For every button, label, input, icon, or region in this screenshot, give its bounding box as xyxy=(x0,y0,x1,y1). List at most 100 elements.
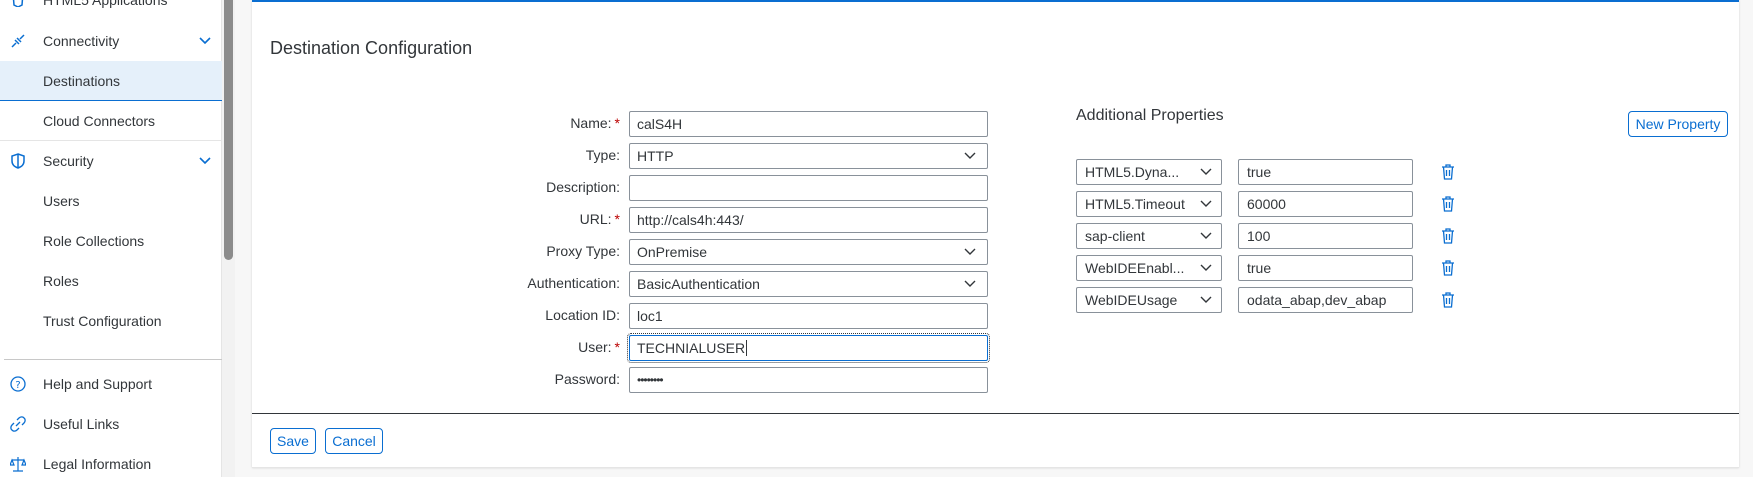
connectivity-icon xyxy=(10,33,26,49)
trash-icon[interactable] xyxy=(1439,163,1457,181)
property-value: 100 xyxy=(1247,228,1271,244)
sidebar-item-useful-links[interactable]: Useful Links xyxy=(0,404,222,444)
property-value: true xyxy=(1247,164,1272,180)
chevron-down-icon[interactable] xyxy=(963,245,977,259)
user-label: User: * xyxy=(578,339,620,355)
sidebar-item-label: Role Collections xyxy=(43,233,145,249)
url-value: http://cals4h:443/ xyxy=(637,212,744,228)
sidebar-item-label: Cloud Connectors xyxy=(43,113,156,129)
link-icon xyxy=(10,416,26,432)
proxy-type-select[interactable]: OnPremise xyxy=(629,239,988,265)
property-key: HTML5.Dyna... xyxy=(1085,164,1180,180)
property-key-select[interactable]: HTML5.Dyna... xyxy=(1076,159,1222,185)
footer-divider xyxy=(252,413,1739,414)
name-label: Name: * xyxy=(570,115,620,131)
name-input[interactable]: calS4H xyxy=(629,111,988,137)
location-id-input[interactable]: loc1 xyxy=(629,303,988,329)
sidebar-item-label: Security xyxy=(43,153,94,169)
property-value-input[interactable]: 100 xyxy=(1238,223,1413,249)
svg-text:?: ? xyxy=(15,380,20,391)
sidebar-item-label: Users xyxy=(43,193,80,209)
sidebar-item-label: Trust Configuration xyxy=(43,313,162,329)
additional-properties-title: Additional Properties xyxy=(1076,107,1224,124)
type-label: Type: xyxy=(585,147,620,163)
chevron-down-icon[interactable] xyxy=(1199,165,1213,179)
side-navigation: HTML5 Applications Connectivity Destinat… xyxy=(0,0,226,477)
property-value: odata_abap,dev_abap xyxy=(1247,292,1387,308)
property-key: HTML5.Timeout xyxy=(1085,196,1185,212)
location-id-label: Location ID: xyxy=(545,307,620,323)
property-value: 60000 xyxy=(1247,196,1286,212)
sidebar-item-destinations[interactable]: Destinations xyxy=(0,61,222,101)
sidebar-item-trust-configuration[interactable]: Trust Configuration xyxy=(0,301,222,341)
user-value: TECHNIALUSER xyxy=(637,340,746,356)
chevron-down-icon[interactable] xyxy=(1199,229,1213,243)
sidebar-item-legal-information[interactable]: Legal Information xyxy=(0,444,222,484)
property-key: WebIDEEnabl... xyxy=(1085,260,1185,276)
sidebar-item-help-and-support[interactable]: ? Help and Support xyxy=(0,364,222,404)
destination-panel xyxy=(252,0,1739,468)
sidebar-item-label: Roles xyxy=(43,273,79,289)
description-input[interactable] xyxy=(629,175,988,201)
property-key-select[interactable]: WebIDEEnabl... xyxy=(1076,255,1222,281)
trash-icon[interactable] xyxy=(1439,291,1457,309)
sidebar-item-security[interactable]: Security xyxy=(0,141,222,181)
authentication-value: BasicAuthentication xyxy=(637,276,760,292)
url-input[interactable]: http://cals4h:443/ xyxy=(629,207,988,233)
type-value: HTTP xyxy=(637,148,674,164)
sidebar-item-role-collections[interactable]: Role Collections xyxy=(0,221,222,261)
shield-icon xyxy=(10,153,26,169)
required-marker: * xyxy=(614,211,620,227)
sidebar-item-html5-applications[interactable]: HTML5 Applications xyxy=(0,0,222,20)
location-id-value: loc1 xyxy=(637,308,663,324)
sidebar-item-users[interactable]: Users xyxy=(0,181,222,221)
property-key: sap-client xyxy=(1085,228,1145,244)
save-button[interactable]: Save xyxy=(270,428,316,454)
password-label: Password: xyxy=(554,371,620,387)
property-key-select[interactable]: HTML5.Timeout xyxy=(1076,191,1222,217)
page-title: Destination Configuration xyxy=(270,38,473,58)
name-value: calS4H xyxy=(637,116,683,132)
trash-icon[interactable] xyxy=(1439,195,1457,213)
cancel-button[interactable]: Cancel xyxy=(325,428,383,454)
text-cursor xyxy=(746,340,748,356)
property-key: WebIDEUsage xyxy=(1085,292,1178,308)
property-value: true xyxy=(1247,260,1272,276)
authentication-select[interactable]: BasicAuthentication xyxy=(629,271,988,297)
proxy-type-label: Proxy Type: xyxy=(546,243,620,259)
type-select[interactable]: HTTP xyxy=(629,143,988,169)
html5-icon xyxy=(10,0,26,8)
chevron-down-icon[interactable] xyxy=(198,34,212,48)
property-value-input[interactable]: true xyxy=(1238,255,1413,281)
proxy-type-value: OnPremise xyxy=(637,244,708,260)
password-input[interactable]: •••••••• xyxy=(629,367,988,393)
chevron-down-icon[interactable] xyxy=(963,149,977,163)
help-icon: ? xyxy=(10,376,26,392)
description-label: Description: xyxy=(546,179,620,195)
chevron-down-icon[interactable] xyxy=(1199,197,1213,211)
divider xyxy=(4,359,226,360)
property-key-select[interactable]: WebIDEUsage xyxy=(1076,287,1222,313)
chevron-down-icon[interactable] xyxy=(963,277,977,291)
sidebar-item-cloud-connectors[interactable]: Cloud Connectors xyxy=(0,101,222,141)
trash-icon[interactable] xyxy=(1439,227,1457,245)
chevron-down-icon[interactable] xyxy=(198,154,212,168)
property-value-input[interactable]: true xyxy=(1238,159,1413,185)
property-key-select[interactable]: sap-client xyxy=(1076,223,1222,249)
property-value-input[interactable]: odata_abap,dev_abap xyxy=(1238,287,1413,313)
new-property-button[interactable]: New Property xyxy=(1628,111,1728,137)
user-input[interactable]: TECHNIALUSER xyxy=(627,333,990,363)
chevron-down-icon[interactable] xyxy=(1199,261,1213,275)
required-marker: * xyxy=(614,115,620,131)
property-value-input[interactable]: 60000 xyxy=(1238,191,1413,217)
password-value: •••••••• xyxy=(637,373,664,387)
sidebar-item-connectivity[interactable]: Connectivity xyxy=(0,21,222,61)
trash-icon[interactable] xyxy=(1439,259,1457,277)
sidebar-item-label: Help and Support xyxy=(43,376,152,392)
sidebar-scrollbar-thumb[interactable] xyxy=(224,0,233,260)
sidebar-item-roles[interactable]: Roles xyxy=(0,261,222,301)
sidebar-item-label: Destinations xyxy=(43,72,121,89)
chevron-down-icon[interactable] xyxy=(1199,293,1213,307)
scales-icon xyxy=(10,456,26,472)
sidebar-item-label: Legal Information xyxy=(43,456,152,472)
